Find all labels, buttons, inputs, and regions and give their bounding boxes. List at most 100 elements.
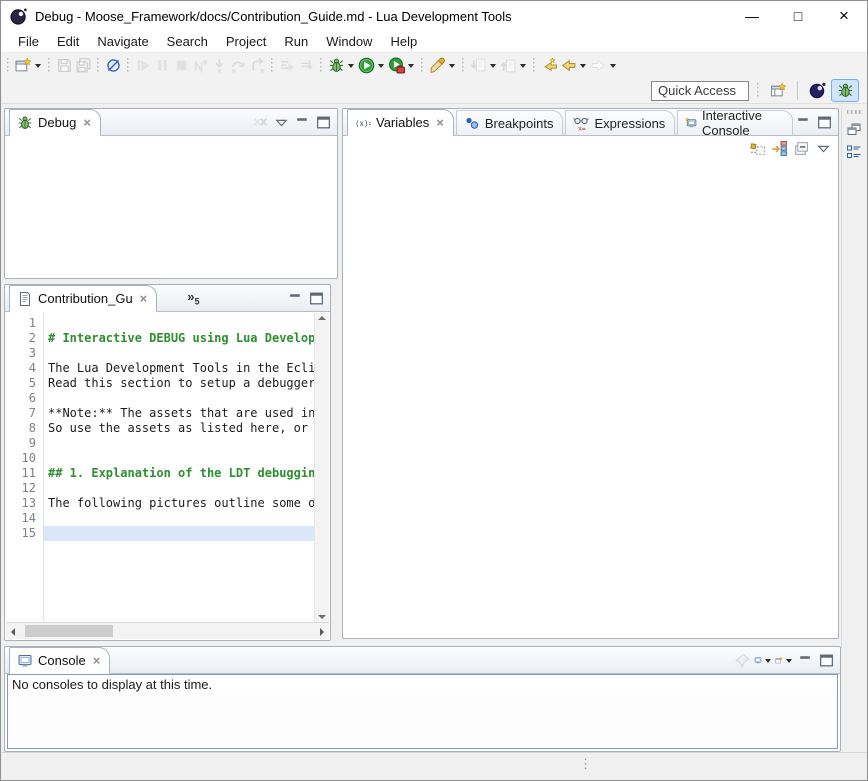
menu-run[interactable]: Run [275,32,317,51]
dropdown-arrow-icon[interactable] [765,659,771,666]
dropdown-arrow-icon[interactable] [786,659,792,666]
view-menu-button[interactable] [812,138,834,160]
minimize-view-button[interactable] [795,649,816,671]
dropdown-arrow-icon[interactable] [490,64,496,71]
menu-edit[interactable]: Edit [48,32,88,51]
collapse-all-button[interactable] [790,138,812,160]
tab-debug[interactable]: Debug× [9,109,101,136]
tab-contribution-gu[interactable]: Contribution_Gu× [9,285,157,312]
dropdown-arrow-icon[interactable] [35,64,41,71]
resume-button[interactable] [134,55,153,77]
open-perspective-button[interactable] [764,79,792,102]
run-button[interactable] [357,55,387,77]
sash-drag-handle-icon[interactable] [579,756,592,772]
maximize-view-button[interactable] [816,649,837,671]
skip-all-breakpoints-button[interactable] [104,55,123,77]
dropdown-arrow-icon[interactable] [520,64,526,71]
new-wizard-button[interactable] [14,55,44,77]
dropdown-arrow-icon[interactable] [449,64,455,71]
menu-window[interactable]: Window [317,32,381,51]
debug-button[interactable] [327,55,357,77]
menu-search[interactable]: Search [158,32,217,51]
disconnect-button[interactable] [191,55,210,77]
save-all-button[interactable] [74,55,93,77]
show-logical-structure-button[interactable] [768,138,790,160]
save-button[interactable] [55,55,74,77]
close-icon[interactable]: × [83,115,91,130]
maximize-view-button[interactable] [313,111,334,133]
close-icon[interactable]: × [93,653,101,668]
use-step-filters-button[interactable] [278,55,297,77]
minimize-view-button[interactable] [793,111,814,133]
last-edit-location-button[interactable] [540,55,559,77]
pin-console-button[interactable] [732,649,753,671]
minimize-window-button[interactable]: — [729,1,775,31]
step-over-button[interactable] [229,55,248,77]
show-type-names-button[interactable] [746,138,768,160]
quick-access-box[interactable]: Quick Access [651,81,749,101]
lua-perspective-button[interactable] [803,79,831,102]
external-tools-button[interactable] [387,55,417,77]
view-menu-button[interactable] [271,111,292,133]
close-window-button[interactable]: × [821,1,867,31]
suspend-button[interactable] [153,55,172,77]
minimize-icon [795,114,812,131]
tab-console[interactable]: Console× [9,647,110,674]
dropdown-arrow-icon[interactable] [348,64,354,71]
debug-view-content[interactable] [6,137,336,277]
console-content[interactable]: No consoles to display at this time. [7,674,838,749]
tab-variables[interactable]: (x)=Variables× [347,109,454,136]
maximize-view-button[interactable] [306,287,327,309]
maximize-window-button[interactable]: □ [775,1,821,31]
file-icon [17,291,33,307]
next-annotation-button[interactable] [469,55,499,77]
step-into-button[interactable] [210,55,229,77]
menu-navigate[interactable]: Navigate [88,32,157,51]
scroll-down-icon[interactable] [318,615,326,619]
minimize-view-button[interactable] [292,111,313,133]
step-return-button[interactable] [248,55,267,77]
scroll-left-icon[interactable] [11,628,15,636]
forward-button[interactable] [589,55,619,77]
variables-view-content[interactable] [344,160,837,637]
menu-file[interactable]: File [9,32,48,51]
code-line: # Interactive DEBUG using Lua Develop [44,331,314,346]
line-number-gutter[interactable]: 123456789101112131415 [6,313,43,622]
drop-to-frame-button[interactable] [297,55,316,77]
toolbar-separator [420,58,425,74]
dropdown-arrow-icon[interactable] [580,64,586,71]
previous-annotation-button[interactable] [499,55,529,77]
display-selected-console-button[interactable] [753,649,774,671]
restore-view-button[interactable] [843,118,864,139]
terminate-button[interactable] [172,55,191,77]
dropdown-arrow-icon[interactable] [408,64,414,71]
hidden-editors-chevron[interactable]: »5 [187,289,199,307]
debug-perspective-button[interactable] [831,79,859,102]
vertical-scrollbar[interactable] [314,313,329,622]
dropdown-arrow-icon[interactable] [378,64,384,71]
menu-help[interactable]: Help [381,32,426,51]
open-console-button[interactable] [774,649,795,671]
menu-project[interactable]: Project [217,32,275,51]
remove-all-terminated-button[interactable] [250,111,271,133]
highlighter-button[interactable] [428,55,458,77]
code-editor-area[interactable]: # Interactive DEBUG using Lua DevelopThe… [43,313,314,622]
code-line: ## 1. Explanation of the LDT debuggin [44,466,314,481]
back-button[interactable] [559,55,589,77]
horizontal-scrollbar[interactable] [6,622,329,639]
bug-icon [17,115,33,131]
close-icon[interactable]: × [436,115,444,130]
minimize-view-button[interactable] [285,287,306,309]
tab-interactive-console[interactable]: Interactive Console [677,110,793,135]
close-icon[interactable]: × [140,291,148,306]
tab-breakpoints[interactable]: Breakpoints [456,110,564,135]
tab-expressions[interactable]: x=Expressions [565,110,675,135]
scroll-up-icon[interactable] [318,316,326,320]
outline-view-button[interactable] [843,141,864,162]
maximize-view-button[interactable] [814,111,835,133]
fast-view-drag-handle[interactable] [847,110,861,114]
lua-perspective-icon [809,82,826,99]
scroll-right-icon[interactable] [320,628,324,636]
dropdown-arrow-icon[interactable] [610,64,616,71]
scrollbar-thumb[interactable] [25,625,113,637]
